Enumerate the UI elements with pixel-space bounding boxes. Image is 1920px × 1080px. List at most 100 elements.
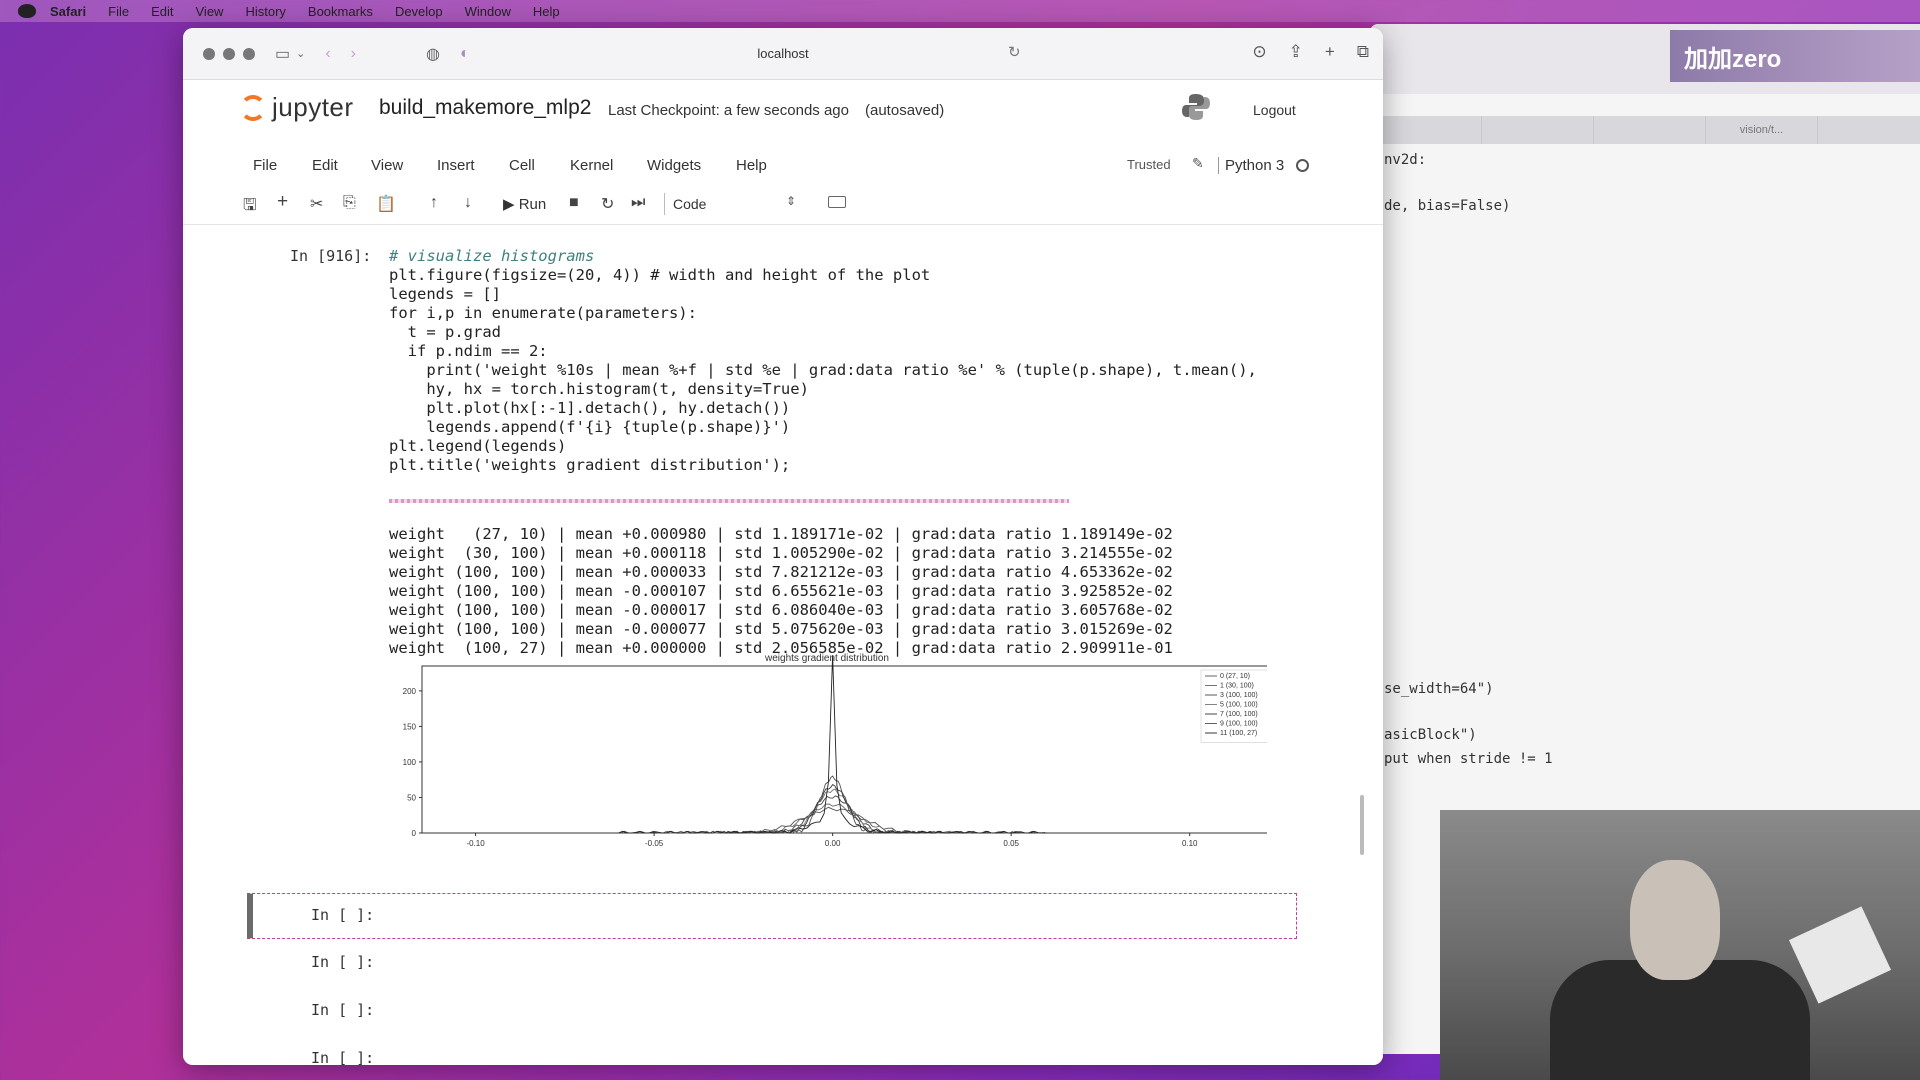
menu-safari[interactable]: Safari xyxy=(50,4,86,19)
notebook-name[interactable]: build_makemore_mlp2 xyxy=(379,96,591,120)
output-scrollbar[interactable] xyxy=(389,499,1069,503)
code-line: legends = [] xyxy=(389,285,501,303)
menu-view[interactable]: View xyxy=(196,4,224,19)
address-bar[interactable]: localhost xyxy=(183,46,1383,61)
notebook-area[interactable]: In [916]: # visualize histograms plt.figu… xyxy=(183,225,1383,1065)
jupyter-menubar: File Edit View Insert Cell Kernel Widget… xyxy=(183,145,1383,185)
empty-code-cell[interactable]: In [ ]: xyxy=(247,941,1297,987)
empty-code-cell[interactable]: In [ ]: xyxy=(247,1037,1297,1065)
play-icon: ▶ xyxy=(503,196,519,213)
stop-icon[interactable]: ■ xyxy=(569,194,579,212)
background-tab[interactable] xyxy=(1482,116,1594,144)
chevron-updown-icon[interactable]: ⇕ xyxy=(786,194,796,208)
cell-prompt: In [916]: xyxy=(290,247,372,265)
restart-icon[interactable]: ↻ xyxy=(601,194,614,214)
autosave-status: (autosaved) xyxy=(865,102,945,119)
code-cell[interactable]: # visualize histograms plt.figure(figsize… xyxy=(389,247,1257,475)
restart-run-all-icon[interactable]: ⏭ xyxy=(631,194,645,212)
logout-button[interactable]: Logout xyxy=(1253,102,1296,118)
new-tab-icon[interactable]: + xyxy=(1325,42,1335,62)
output-line: weight (27, 10) | mean +0.000980 | std 1… xyxy=(389,525,1173,543)
legend-label: 11 (100, 27) xyxy=(1220,730,1257,737)
jp-menu-help[interactable]: Help xyxy=(736,157,767,174)
chart-legend: 0 (27, 10) 1 (30, 100) 3 (100, 100) 5 (100,… xyxy=(1200,669,1267,743)
code-line: for i,p in enumerate(parameters): xyxy=(389,304,697,322)
chart-axes: -0.10 -0.05 0.00 0.05 0.10 0 50 100 150 200 xyxy=(403,687,1198,846)
paste-icon[interactable]: 📋 xyxy=(376,194,396,214)
move-down-icon[interactable]: ↓ xyxy=(464,194,472,212)
python-logo-icon xyxy=(1182,94,1210,120)
download-icon[interactable]: ⊙ xyxy=(1252,42,1266,62)
code-line: if p.ndim == 2: xyxy=(389,342,548,360)
code-line: legends.append(f'{i} {tuple(p.shape)}') xyxy=(389,418,791,436)
jp-menu-file[interactable]: File xyxy=(253,157,277,174)
background-tab-github[interactable]: vision/t... xyxy=(1706,116,1818,144)
code-line: plt.legend(legends) xyxy=(389,437,567,455)
move-up-icon[interactable]: ↑ xyxy=(430,194,438,212)
background-tab[interactable] xyxy=(1370,116,1482,144)
x-tick-label: 0.00 xyxy=(825,839,841,846)
series-line xyxy=(693,795,972,834)
output-line: weight (100, 100) | mean +0.000033 | std… xyxy=(389,563,1173,581)
pencil-icon[interactable]: ✎ xyxy=(1192,155,1204,172)
copy-icon[interactable]: ⎘ xyxy=(343,194,356,212)
jp-menu-insert[interactable]: Insert xyxy=(437,157,475,174)
menu-window[interactable]: Window xyxy=(465,4,511,19)
run-label: Run xyxy=(518,196,547,213)
menu-file[interactable]: File xyxy=(108,4,129,19)
series-line xyxy=(652,803,1014,834)
background-tab[interactable] xyxy=(1818,116,1920,144)
empty-code-cell-selected[interactable]: In [ ]: xyxy=(247,893,1297,939)
background-code-line: put when stride != 1 xyxy=(1384,751,1553,767)
jp-menu-cell[interactable]: Cell xyxy=(509,157,535,174)
safari-titlebar: ▭ ⌄ ‹ › ◍ ◐ localhost ↻ ⊙ ⇪ + ⧉ xyxy=(183,28,1383,80)
apple-icon[interactable] xyxy=(18,4,36,18)
cell-output: weight (27, 10) | mean +0.000980 | std 1… xyxy=(389,525,1173,658)
reload-icon[interactable]: ↻ xyxy=(1008,43,1021,61)
webcam-overlay xyxy=(1440,810,1920,1080)
jp-menu-edit[interactable]: Edit xyxy=(312,157,338,174)
notebook-scrollbar[interactable] xyxy=(1360,795,1364,855)
menu-history[interactable]: History xyxy=(245,4,285,19)
x-tick-label: -0.10 xyxy=(466,839,485,846)
menu-bookmarks[interactable]: Bookmarks xyxy=(308,4,373,19)
series-line xyxy=(712,788,953,834)
menu-edit[interactable]: Edit xyxy=(151,4,173,19)
output-line: weight (100, 100) | mean -0.000107 | std… xyxy=(389,582,1173,600)
cell-type-select[interactable]: Code xyxy=(664,193,796,215)
empty-code-cell[interactable]: In [ ]: xyxy=(247,989,1297,1035)
legend-label: 0 (27, 10) xyxy=(1220,673,1250,680)
share-icon[interactable]: ⇪ xyxy=(1289,42,1303,62)
run-button[interactable]: ▶ Run xyxy=(503,195,546,213)
code-line: hy, hx = torch.histogram(t, density=True… xyxy=(389,380,809,398)
cut-icon[interactable]: ✂ xyxy=(310,194,323,214)
background-code-line: asicBlock") xyxy=(1384,727,1477,743)
y-tick-label: 150 xyxy=(403,722,417,731)
legend-label: 5 (100, 100) xyxy=(1220,702,1258,709)
tab-overview-icon[interactable]: ⧉ xyxy=(1357,42,1369,62)
cell-prompt: In [ ]: xyxy=(311,1049,375,1065)
trusted-indicator[interactable]: Trusted xyxy=(1127,157,1171,172)
background-tabs: vision/t... xyxy=(1370,116,1920,144)
background-tab[interactable] xyxy=(1594,116,1706,144)
jupyter-header: jupyter build_makemore_mlp2 Last Checkpo… xyxy=(183,80,1383,145)
jupyter-logo[interactable]: jupyter xyxy=(240,92,354,123)
keyboard-icon[interactable] xyxy=(828,196,846,208)
save-icon[interactable]: 🖫 xyxy=(243,194,257,221)
jp-menu-kernel[interactable]: Kernel xyxy=(570,157,613,174)
code-line: t = p.grad xyxy=(389,323,501,341)
previous-output-strip xyxy=(218,225,1318,235)
kernel-name[interactable]: Python 3 xyxy=(1218,157,1284,174)
legend-label: 1 (30, 100) xyxy=(1220,683,1254,690)
code-line: print('weight %10s | mean %+f | std %e |… xyxy=(389,361,1257,379)
cell-prompt: In [ ]: xyxy=(311,1001,375,1019)
jp-menu-widgets[interactable]: Widgets xyxy=(647,157,701,174)
code-line: plt.figure(figsize=(20, 4)) # width and … xyxy=(389,266,931,284)
menu-help[interactable]: Help xyxy=(533,4,560,19)
background-code-line: nv2d: xyxy=(1384,152,1427,168)
menu-develop[interactable]: Develop xyxy=(395,4,443,19)
jupyter-logo-icon xyxy=(240,94,266,121)
insert-cell-icon[interactable]: + xyxy=(277,191,288,213)
jp-menu-view[interactable]: View xyxy=(371,157,403,174)
y-tick-label: 50 xyxy=(407,793,416,802)
